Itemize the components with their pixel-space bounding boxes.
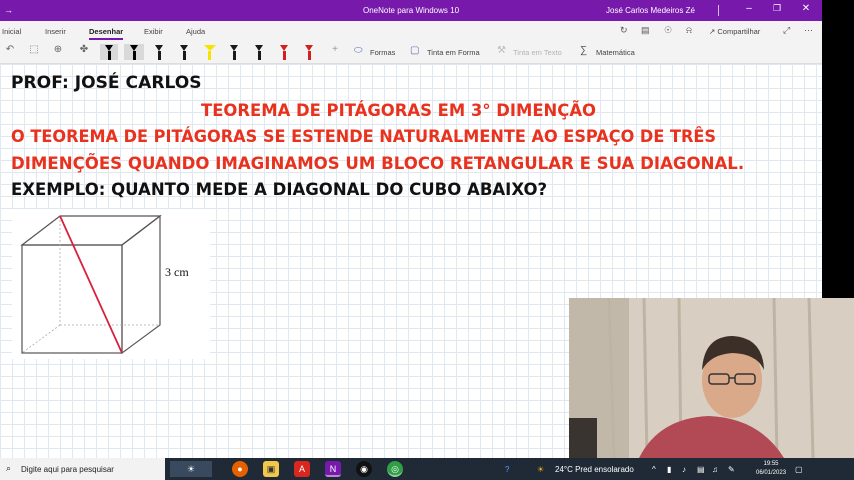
webcam-overlay: [569, 298, 854, 458]
tray-app-icon[interactable]: ▮: [667, 465, 671, 474]
body-line-2[interactable]: DIMENÇÕES QUANDO IMAGINAMOS UM BLOCO RET…: [11, 154, 744, 174]
cube-figure[interactable]: [12, 209, 210, 359]
shapes-button[interactable]: Formas: [370, 48, 395, 57]
math-button[interactable]: Matemática: [596, 48, 635, 57]
ink-to-shape-button[interactable]: Tinta em Forma: [427, 48, 480, 57]
taskbar-search[interactable]: ⌕ Digite aqui para pesquisar: [0, 458, 165, 480]
account-name[interactable]: José Carlos Medeiros Zé: [606, 6, 695, 15]
cube-drawing: [20, 214, 162, 355]
tab-exibir[interactable]: Exibir: [144, 27, 163, 36]
notifications-icon[interactable]: ▢: [795, 465, 803, 474]
title-bar: → OneNote para Windows 10 José Carlos Me…: [0, 0, 822, 21]
restore-icon[interactable]: ❐: [770, 3, 784, 14]
cube-top-face: [20, 215, 162, 246]
highlighter-icon[interactable]: [204, 43, 216, 61]
firefox-icon[interactable]: ●: [232, 461, 248, 477]
pen-6-icon[interactable]: [229, 43, 239, 61]
red-pen-1-icon[interactable]: [279, 43, 289, 61]
share-label: Compartilhar: [717, 27, 761, 36]
add-space-icon[interactable]: ⊕: [50, 44, 66, 60]
minimize-icon[interactable]: –: [742, 3, 756, 14]
weather-icon[interactable]: ☀: [537, 465, 544, 474]
bell-icon[interactable]: ⍾: [686, 25, 692, 36]
search-placeholder: Digite aqui para pesquisar: [21, 465, 114, 474]
onenote-icon[interactable]: N: [325, 461, 341, 477]
cube-edge-label: 3 cm: [165, 265, 189, 279]
taskbar: ⌕ Digite aqui para pesquisar ☀ ● ▣ A N ◉…: [0, 458, 854, 480]
ink-to-text-button: Tinta em Texto: [513, 48, 562, 57]
mic-icon[interactable]: ♪: [682, 465, 686, 474]
pen-menu-icon[interactable]: ✎: [728, 465, 735, 474]
pen-2-icon[interactable]: [129, 43, 139, 61]
search-highlights-icon[interactable]: ☀: [170, 461, 212, 477]
tab-desenhar[interactable]: Desenhar: [89, 27, 124, 40]
shapes-icon[interactable]: ⬭: [354, 45, 363, 56]
file-explorer-icon[interactable]: ▣: [263, 461, 279, 477]
search-icon: ⌕: [6, 463, 12, 473]
page-title[interactable]: TEOREMA DE PITÁGORAS EM 3° DIMENÇÃO: [201, 101, 596, 121]
pen-7-icon[interactable]: [254, 43, 264, 61]
acrobat-icon[interactable]: A: [294, 461, 310, 477]
close-icon[interactable]: ✕: [799, 3, 813, 14]
ribbon-tabs: Inicial Inserir Desenhar Exibir Ajuda ↻ …: [0, 21, 822, 40]
help-icon[interactable]: ?: [505, 465, 509, 474]
tab-inicial[interactable]: Inicial: [2, 27, 21, 36]
more-options-icon[interactable]: ⋯: [804, 25, 813, 36]
ink-to-text-icon: ⚒: [497, 45, 506, 56]
titlebar-divider: [718, 5, 719, 16]
network-icon[interactable]: ▤: [697, 465, 705, 474]
lasso-icon[interactable]: ↶: [2, 44, 18, 60]
ink-to-shape-icon[interactable]: ▢: [410, 45, 419, 56]
cube-hidden-edge-depth: [21, 324, 61, 354]
add-pen-icon[interactable]: +: [327, 44, 343, 60]
body-line-1[interactable]: O TEOREMA DE PITÁGORAS SE ESTENDE NATURA…: [11, 127, 716, 147]
tab-inserir[interactable]: Inserir: [45, 27, 66, 36]
recorder-icon[interactable]: ◉: [356, 461, 372, 477]
sync-icon[interactable]: ↻: [620, 25, 628, 36]
red-pen-2-icon[interactable]: [304, 43, 314, 61]
chrome-icon[interactable]: ◎: [387, 461, 403, 477]
cube-front-face: [21, 244, 123, 354]
tab-ajuda[interactable]: Ajuda: [186, 27, 205, 36]
tray-chevron-icon[interactable]: ^: [652, 465, 656, 474]
clock-date: 06/01/2023: [756, 470, 787, 476]
draw-toolbar: ↶ ⬚ ⊕ ✤ + ⬭ Formas ▢ Tinta em Forma ⚒ Ti…: [0, 40, 822, 64]
pen-4-icon[interactable]: [179, 43, 189, 61]
window-edge: [822, 0, 854, 300]
volume-icon[interactable]: ♫: [712, 465, 718, 474]
author-line[interactable]: PROF: JOSÉ CARLOS: [11, 73, 202, 93]
cube-right-face: [121, 214, 161, 355]
notes-icon[interactable]: ▤: [641, 25, 650, 36]
pen-3-icon[interactable]: [154, 43, 164, 61]
share-button[interactable]: ↗ Compartilhar: [709, 27, 760, 36]
presenter-video: [569, 298, 854, 458]
pen-1-icon[interactable]: [104, 43, 114, 61]
math-icon[interactable]: ∑: [580, 45, 587, 56]
example-question[interactable]: EXEMPLO: QUANTO MEDE A DIAGONAL DO CUBO …: [11, 180, 547, 200]
weather-text[interactable]: 24°C Pred ensolarado: [555, 465, 634, 474]
eraser-icon[interactable]: ✤: [76, 44, 92, 60]
lightbulb-icon[interactable]: ☉: [664, 25, 672, 36]
cube-space-diagonal: [59, 215, 123, 354]
clock-time: 19:55: [763, 461, 779, 467]
expand-icon[interactable]: ⤢: [783, 25, 790, 36]
select-icon[interactable]: ⬚: [26, 44, 42, 60]
window-title: OneNote para Windows 10: [362, 6, 460, 15]
system-clock[interactable]: 19:55 06/01/2023: [756, 460, 786, 478]
